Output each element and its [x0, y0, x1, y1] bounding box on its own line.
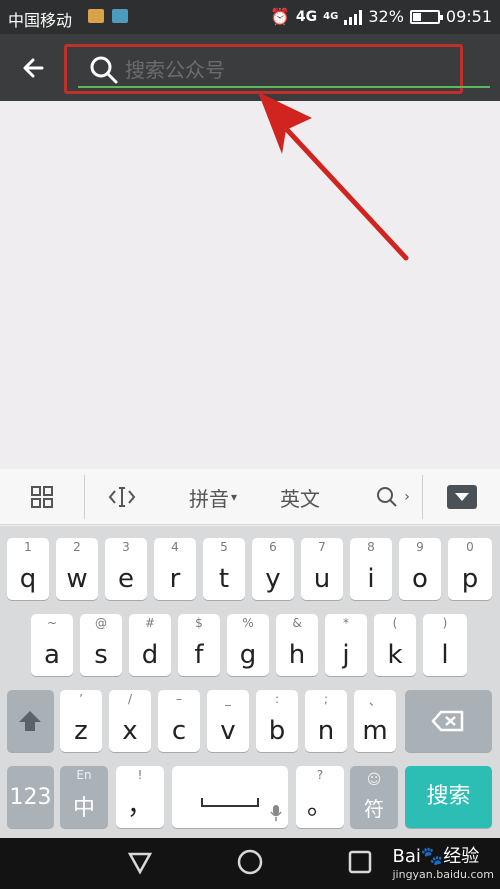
notification-image-icon	[112, 9, 128, 23]
search-key[interactable]: 搜索	[405, 766, 492, 828]
key-l[interactable]: ) l	[423, 614, 467, 676]
comma-key[interactable]: !，	[116, 766, 164, 828]
alarm-icon: ⏰	[270, 7, 290, 26]
shift-icon	[19, 711, 41, 731]
symbols-key[interactable]: ☺ 符	[350, 766, 398, 828]
emoji-icon: ☺	[366, 772, 382, 788]
search-icon	[89, 55, 119, 89]
search-input[interactable]	[125, 57, 445, 83]
search-input-underline	[78, 86, 490, 88]
key-r[interactable]: 4r	[154, 538, 196, 600]
key-g[interactable]: % g	[227, 614, 269, 676]
key-t[interactable]: 5t	[203, 538, 245, 600]
back-arrow-icon[interactable]	[18, 52, 50, 84]
space-bar-icon	[201, 798, 259, 807]
key-o[interactable]: 9o	[399, 538, 441, 600]
hide-keyboard-icon[interactable]	[444, 469, 480, 525]
key-w[interactable]: 2w	[56, 538, 98, 600]
chevron-down-icon: ▾	[230, 490, 238, 504]
status-right: ⏰ 4G 4G 32% 09:51	[270, 7, 492, 26]
back-triangle-icon[interactable]	[126, 848, 154, 876]
backspace-icon	[431, 710, 464, 732]
battery-percent: 32%	[368, 7, 404, 26]
key-b[interactable]: :b	[256, 690, 298, 752]
space-key[interactable]	[172, 766, 288, 828]
keyboard-grid-icon[interactable]	[22, 469, 62, 525]
mode-pinyin-label: 拼音	[188, 486, 229, 511]
watermark-brand: Bai	[392, 846, 421, 867]
key-e[interactable]: 3e	[105, 538, 147, 600]
keyboard-search-icon[interactable]: ›	[368, 469, 416, 525]
key-z[interactable]: ’ z	[60, 690, 102, 752]
clock: 09:51	[445, 7, 492, 26]
home-circle-icon[interactable]	[236, 848, 264, 876]
key-c[interactable]: – c	[158, 690, 200, 752]
microphone-icon	[270, 805, 282, 821]
key-f[interactable]: $ f	[178, 614, 220, 676]
watermark-url: jingyan.baidu.com	[392, 868, 494, 881]
cursor-move-icon[interactable]	[104, 469, 140, 525]
key-u[interactable]: 7u	[301, 538, 343, 600]
navigation-bar: Bai🐾经验 jingyan.baidu.com	[0, 838, 500, 889]
key-i[interactable]: 8i	[350, 538, 392, 600]
key-q[interactable]: 1q	[7, 538, 49, 600]
mode-pinyin[interactable]: 拼音 ▾	[178, 469, 248, 525]
network-type: 4G	[295, 8, 318, 25]
key-d[interactable]: # d	[129, 614, 171, 676]
language-switch-key[interactable]: En 中	[60, 766, 108, 828]
key-h[interactable]: & h	[276, 614, 318, 676]
key-n[interactable]: ; n	[305, 690, 347, 752]
shift-key[interactable]	[7, 690, 54, 752]
key-k[interactable]: (k	[374, 614, 416, 676]
battery-icon	[409, 9, 443, 24]
mode-english-label: 英文	[280, 486, 320, 511]
key-j[interactable]: * j	[325, 614, 367, 676]
key-y[interactable]: 6y	[252, 538, 294, 600]
numbers-key[interactable]: 123	[7, 766, 54, 828]
paw-icon: 🐾	[420, 846, 444, 867]
key-v[interactable]: _ v	[207, 690, 249, 752]
key-p[interactable]: 0p	[448, 538, 492, 600]
watermark-product: 经验	[443, 846, 480, 867]
key-m[interactable]: 、 m	[354, 690, 396, 752]
recents-square-icon[interactable]	[346, 848, 374, 876]
keyboard: 1q 2w 3e 4r 5t 6y 7u 8i 9o 0p ~ a @ s # d $…	[0, 526, 500, 838]
key-s[interactable]: @ s	[80, 614, 122, 676]
baidu-watermark: Bai🐾经验 jingyan.baidu.com	[392, 842, 494, 881]
search-header	[0, 34, 500, 101]
key-a[interactable]: ~ a	[31, 614, 73, 676]
key-x[interactable]: / x	[109, 690, 151, 752]
status-bar: 中国移动 ⏰ 4G 4G 32% 09:51	[0, 0, 500, 34]
notification-app-icon	[88, 9, 104, 23]
carrier-label: 中国移动	[8, 11, 73, 30]
period-key[interactable]: ?。	[296, 766, 344, 828]
signal-icon	[344, 9, 363, 25]
mode-english[interactable]: 英文	[270, 469, 330, 525]
signal-type-label: 4G	[323, 11, 339, 22]
chevron-right-icon: ›	[404, 489, 410, 505]
keyboard-toolbar: 拼音 ▾ 英文 ›	[0, 469, 500, 525]
backspace-key[interactable]	[405, 690, 492, 752]
